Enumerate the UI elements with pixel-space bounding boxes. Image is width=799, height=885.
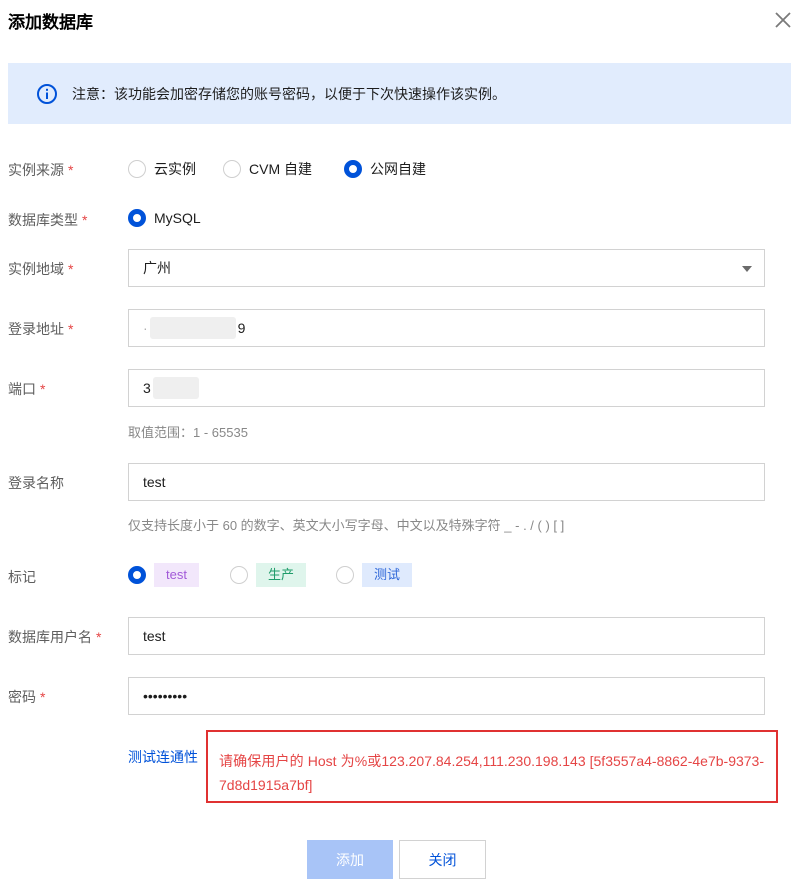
error-message: 请确保用户的 Host 为%或123.207.84.254,111.230.19… (219, 753, 764, 793)
region-label: 实例地域 * (8, 261, 74, 277)
radio-circle-selected (344, 160, 362, 178)
db-user-label: 数据库用户名 * (8, 629, 102, 645)
notice-text: 注意：该功能会加密存储您的账号密码，以便于下次快速操作该实例。 (72, 85, 506, 102)
db-user-input[interactable]: test (128, 617, 765, 655)
info-icon (37, 83, 57, 104)
host-input[interactable]: · 9 (128, 309, 765, 347)
dialog-title: 添加数据库 (8, 13, 93, 32)
add-button[interactable]: 添加 (307, 840, 393, 879)
port-label: 端口 * (8, 381, 46, 397)
login-name-hint: 仅支持长度小于 60 的数字、英文大小写字母、中文以及特殊字符 _ - . / … (128, 518, 565, 533)
close-icon[interactable] (770, 7, 796, 33)
radio-cvm-self-built[interactable]: CVM 自建 (223, 159, 312, 179)
password-input[interactable]: ••••••••• (128, 677, 765, 715)
port-input[interactable]: 3 (128, 369, 765, 407)
radio-circle-selected (128, 209, 146, 227)
test-connectivity-link[interactable]: 测试连通性 (128, 747, 198, 767)
radio-mysql[interactable]: MySQL (128, 209, 201, 227)
tag-radio-test[interactable]: test (128, 563, 199, 587)
tag-radio-testing[interactable]: 测试 (336, 563, 413, 587)
db-type-label: 数据库类型 * (8, 212, 88, 228)
region-select[interactable]: 广州 (128, 249, 765, 287)
instance-source-label: 实例来源 * (8, 162, 74, 178)
redacted-value (152, 377, 199, 399)
close-button[interactable]: 关闭 (399, 840, 486, 879)
tag-radio-production[interactable]: 生产 (230, 563, 307, 587)
notice-banner: 注意：该功能会加密存储您的账号密码，以便于下次快速操作该实例。 (8, 63, 791, 124)
chevron-down-icon (742, 266, 752, 272)
login-name-label: 登录名称 (8, 475, 64, 491)
tag-label: 标记 (8, 569, 36, 585)
radio-circle (336, 566, 354, 584)
error-message-box: 请确保用户的 Host 为%或123.207.84.254,111.230.19… (206, 730, 778, 803)
radio-cloud-instance[interactable]: 云实例 (128, 159, 196, 179)
radio-public-self-built[interactable]: 公网自建 (344, 159, 426, 179)
radio-circle (230, 566, 248, 584)
radio-circle (128, 160, 146, 178)
password-label: 密码 * (8, 689, 46, 705)
radio-circle (223, 160, 241, 178)
host-label: 登录地址 * (8, 321, 74, 337)
port-hint: 取值范围：1 - 65535 (128, 425, 248, 440)
radio-circle-selected (128, 566, 146, 584)
redacted-value (149, 317, 236, 339)
login-name-input[interactable]: test (128, 463, 765, 501)
